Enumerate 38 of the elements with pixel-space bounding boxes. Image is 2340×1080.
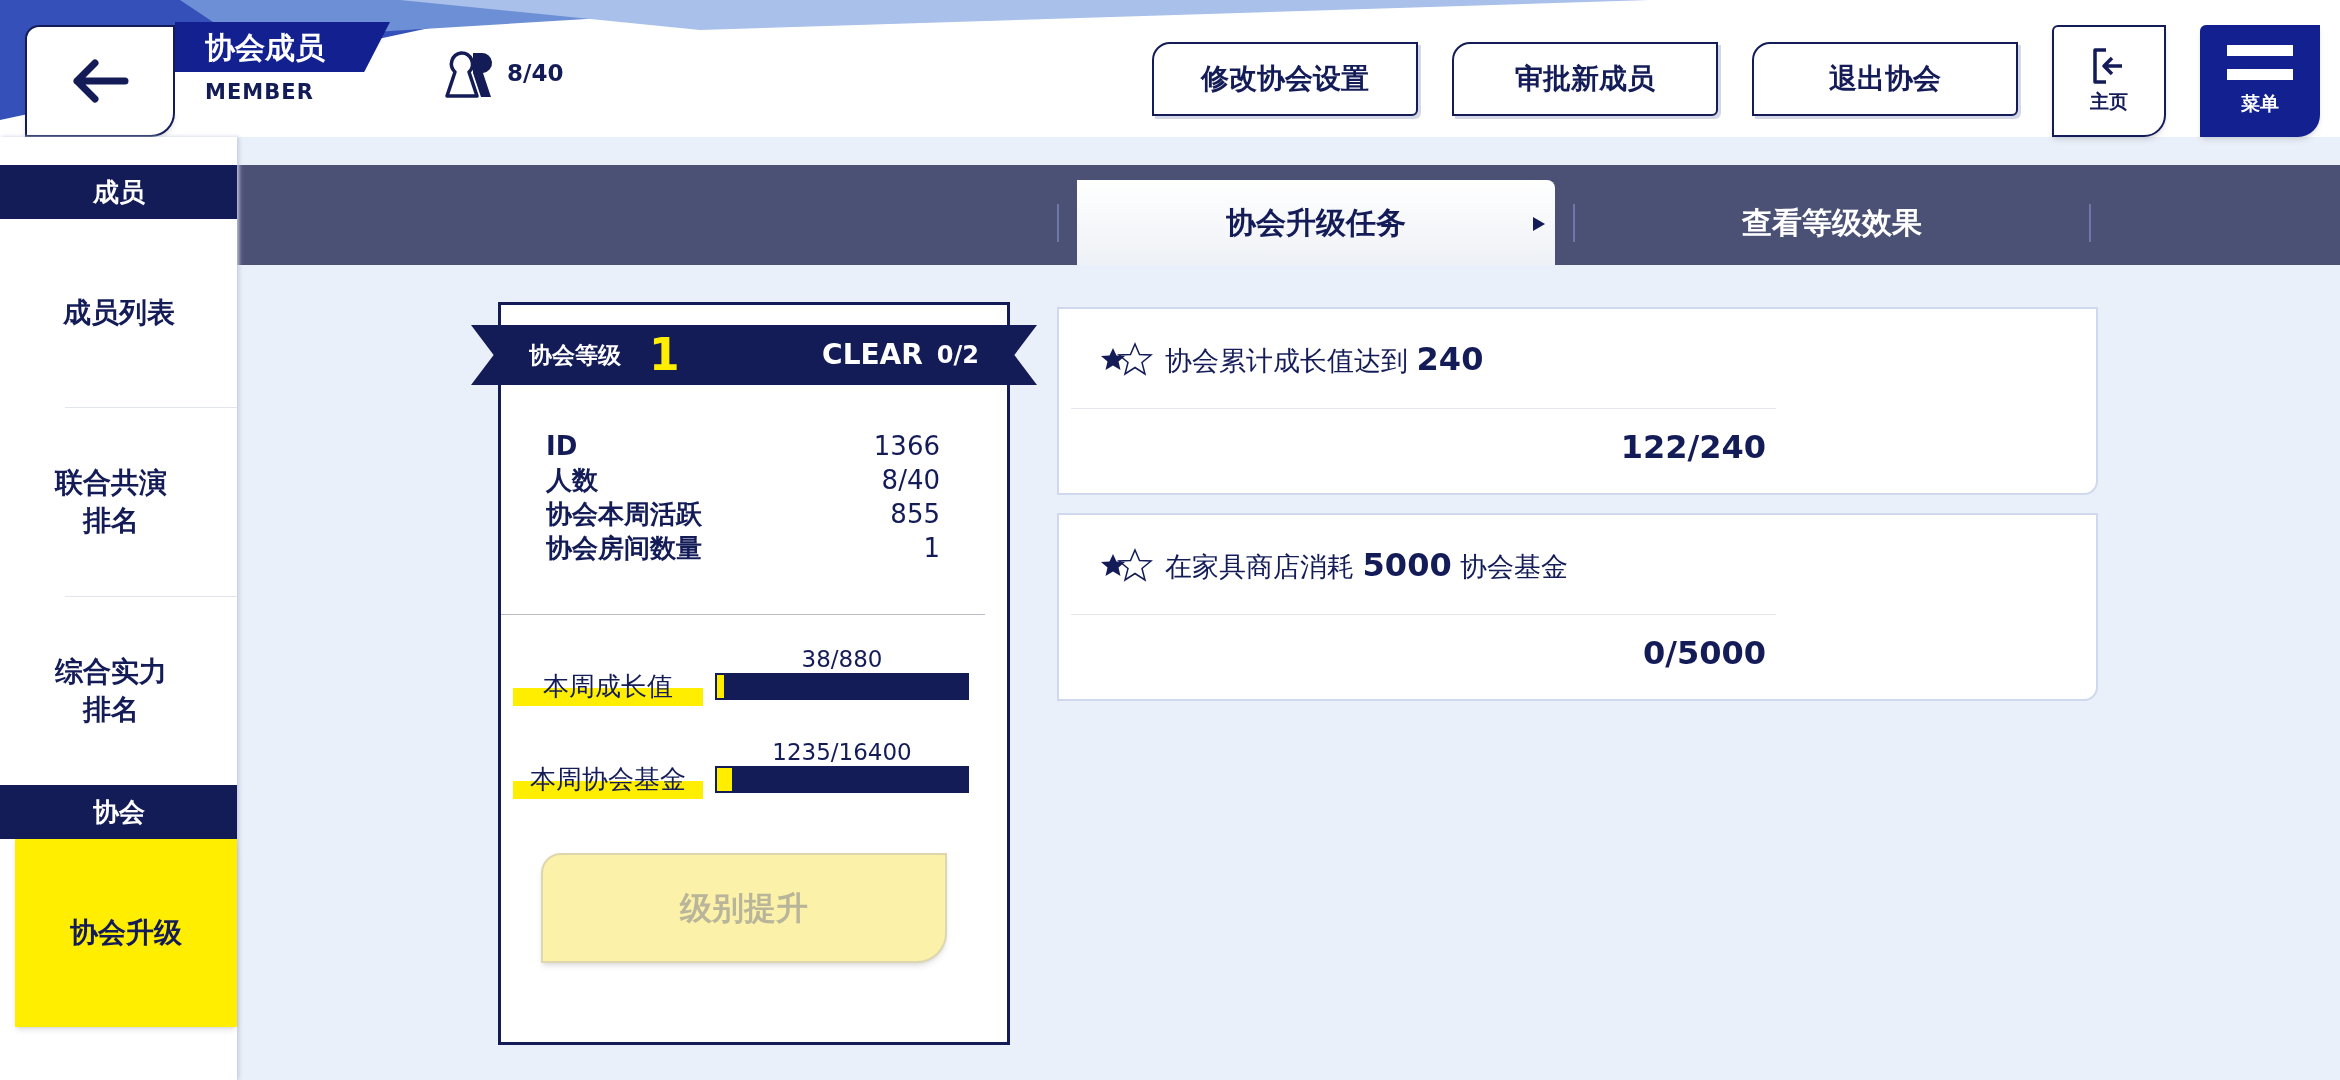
stat-value: 855 [890, 498, 940, 531]
stat-label: 协会本周活跃 [546, 498, 702, 531]
back-button[interactable] [25, 25, 175, 137]
sidebar-section-header: 成员 [0, 165, 237, 219]
level-label: 协会等级 [529, 340, 621, 370]
clear-count: 0/2 [936, 340, 979, 371]
members-icon [445, 48, 493, 99]
member-count: 8/40 [507, 59, 564, 89]
back-arrow-icon [71, 59, 129, 103]
sidebar-item[interactable]: 成员列表 [0, 219, 237, 407]
tab[interactable]: 查看等级效果 [1593, 180, 2071, 265]
sidebar-item[interactable]: 综合实力排名 [25, 597, 197, 785]
menu-icon [2227, 44, 2293, 81]
stat-label: 协会房间数量 [546, 532, 702, 565]
level-value: 1 [649, 333, 680, 377]
meter-reading: 38/880 [800, 645, 884, 673]
clear-label: CLEAR [822, 337, 923, 373]
sidebar-item[interactable]: 协会升级 [15, 839, 237, 1027]
stat-value: 1366 [873, 430, 940, 463]
action-button[interactable]: 退出协会 [1752, 42, 2018, 116]
task-description: 在家具商店消耗 5000 协会基金 [1165, 544, 1569, 586]
menu-button[interactable]: 菜单 [2200, 25, 2320, 137]
stat-value: 1 [923, 532, 940, 565]
stat-label: 人数 [546, 464, 598, 497]
task-description: 协会累计成长值达到 240 [1165, 338, 1484, 380]
caret-icon [1533, 217, 1545, 231]
stat-label: ID [546, 430, 578, 463]
page-title: 协会成员 [175, 22, 390, 72]
action-button[interactable]: 修改协会设置 [1152, 42, 1418, 116]
meter-reading: 1235/16400 [771, 738, 913, 766]
action-button[interactable]: 审批新成员 [1452, 42, 1718, 116]
sidebar-section-header: 协会 [0, 785, 237, 839]
stat-value: 8/40 [881, 464, 940, 497]
sidebar-item[interactable]: 联合共演排名 [25, 408, 197, 596]
half-star-icon [1099, 547, 1155, 582]
home-button[interactable]: 主页 [2052, 25, 2166, 137]
tab[interactable]: 协会升级任务 [1077, 180, 1555, 265]
half-star-icon [1099, 341, 1155, 376]
